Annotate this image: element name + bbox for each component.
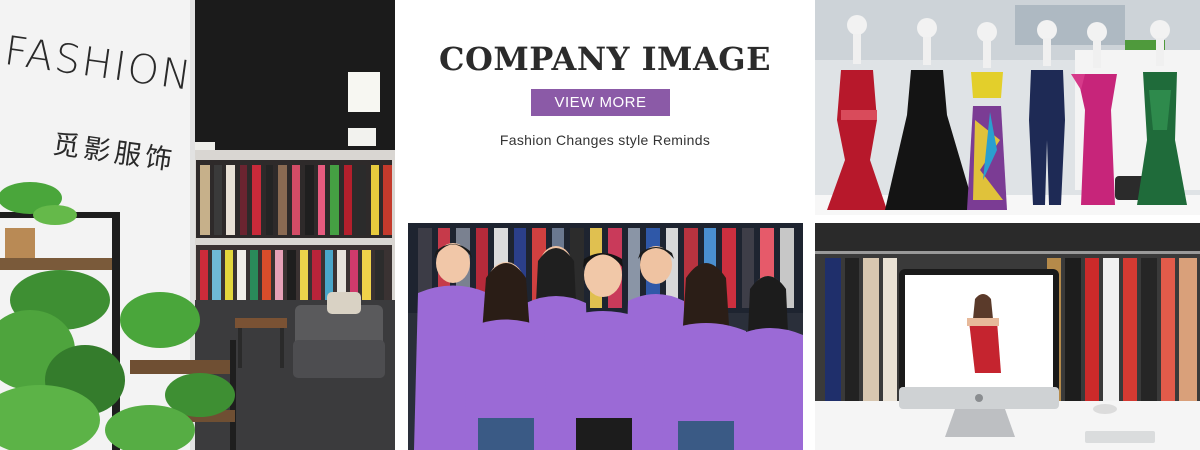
slogan-text: Fashion Changes style Reminds [499,132,711,148]
mouse [1093,404,1117,414]
page-title: COMPANY IMAGE [439,40,771,78]
showroom-photo: FASHION 觅影服饰 [0,0,395,450]
team-scene [408,223,803,450]
mannequin-scene [815,0,1200,215]
mannequin-display-photo [815,0,1200,215]
view-more-button[interactable]: VIEW MORE [531,89,670,116]
workstation-scene [815,223,1200,450]
workstation-photo [815,223,1200,450]
company-intro: COMPANY IMAGE VIEW MORE Fashion Changes … [405,0,805,215]
keyboard [1085,431,1155,443]
staff-back-row [414,243,688,450]
clothing-rack [196,160,392,307]
team-photo [408,223,803,450]
apple-logo-icon [975,394,983,402]
